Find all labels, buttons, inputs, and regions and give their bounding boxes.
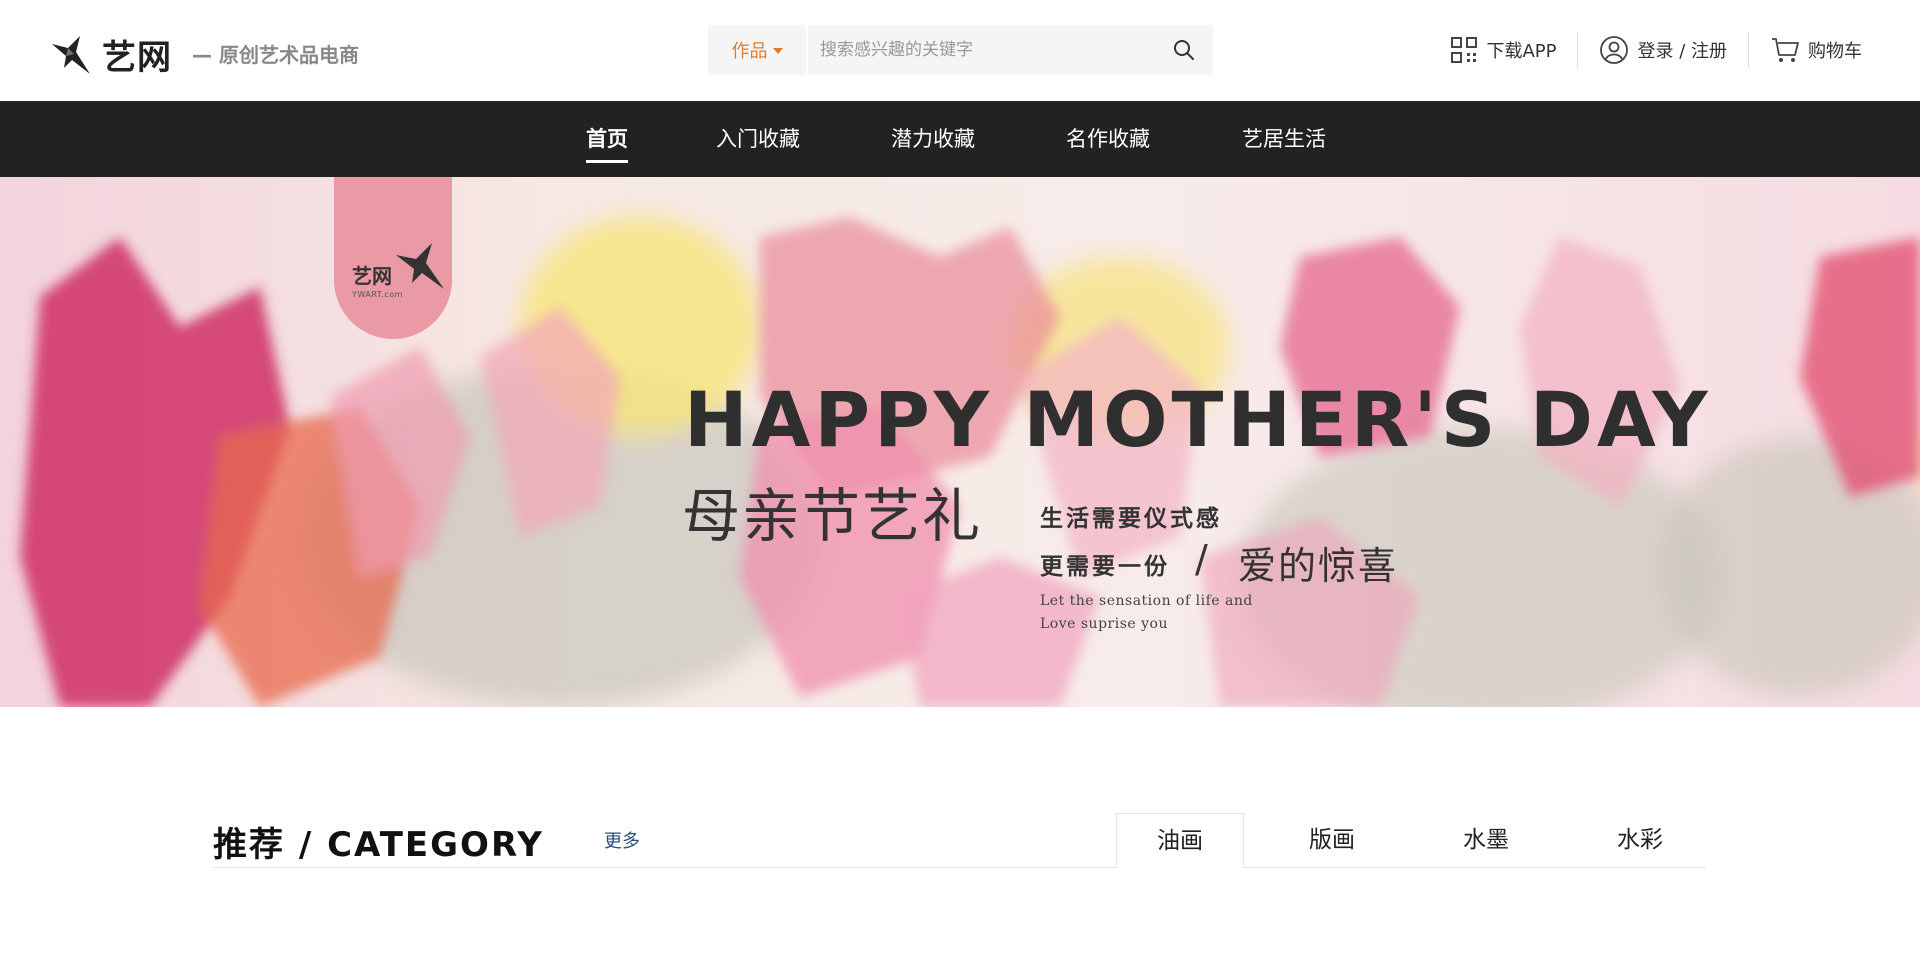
main-nav: 首页 入门收藏 潜力收藏 名作收藏 艺居生活 bbox=[0, 101, 1920, 177]
tag-domain: YWART.com bbox=[352, 290, 403, 299]
nav-item-label: 名作收藏 bbox=[1066, 127, 1150, 151]
banner-line2-emphasis: 爱的惊喜 bbox=[1238, 544, 1399, 588]
nav-item-masterpiece-collection[interactable]: 名作收藏 bbox=[1066, 101, 1150, 177]
user-icon bbox=[1600, 36, 1629, 64]
banner-title: 母亲节艺礼 bbox=[682, 482, 983, 550]
brand-tag: 艺网 YWART.com bbox=[334, 177, 452, 339]
cart-icon bbox=[1772, 38, 1799, 62]
nav-item-art-living[interactable]: 艺居生活 bbox=[1242, 101, 1326, 177]
search-button[interactable] bbox=[1155, 25, 1213, 75]
tab-oil-painting[interactable]: 油画 bbox=[1116, 813, 1244, 868]
banner-line2-prefix: 更需要一份 bbox=[1040, 554, 1170, 580]
category-more-link[interactable]: 更多 bbox=[604, 827, 640, 853]
nav-item-label: 艺居生活 bbox=[1242, 127, 1326, 151]
site-slogan: — 原创艺术品电商 bbox=[192, 43, 359, 67]
cart-link[interactable]: 购物车 bbox=[1770, 35, 1862, 65]
active-indicator bbox=[586, 160, 628, 163]
login-register-label: 登录 / 注册 bbox=[1637, 41, 1727, 62]
bird-logo-icon bbox=[396, 243, 444, 289]
search-icon bbox=[1174, 40, 1194, 60]
header-links: 下载APP 登录 / 注册 购物车 bbox=[1450, 32, 1862, 68]
tag-logo: 艺网 bbox=[352, 243, 446, 291]
banner-en-line2: Love suprise you bbox=[1040, 616, 1168, 632]
nav-item-entry-collection[interactable]: 入门收藏 bbox=[716, 101, 800, 177]
search-category-dropdown[interactable]: 作品 bbox=[708, 25, 808, 75]
nav-item-home[interactable]: 首页 bbox=[586, 101, 628, 177]
qr-code-icon bbox=[1451, 37, 1478, 63]
banner-headline: HAPPY MOTHER'S DAY bbox=[684, 375, 1712, 464]
banner-slash: / bbox=[1195, 537, 1208, 581]
bird-logo-icon bbox=[52, 35, 90, 74]
category-title: 推荐 / CATEGORY bbox=[213, 825, 544, 865]
site-logo[interactable]: 艺网 bbox=[50, 30, 172, 79]
nav-item-potential-collection[interactable]: 潜力收藏 bbox=[891, 101, 975, 177]
banner-en-line1: Let the sensation of life and bbox=[1040, 593, 1253, 609]
nav-item-label: 潜力收藏 bbox=[891, 127, 975, 151]
tab-watercolor[interactable]: 水彩 bbox=[1576, 813, 1704, 868]
header-divider bbox=[1748, 32, 1749, 68]
nav-item-label: 入门收藏 bbox=[716, 127, 800, 151]
banner-line1: 生活需要仪式感 bbox=[1040, 506, 1222, 532]
tab-ink-painting[interactable]: 水墨 bbox=[1422, 813, 1550, 868]
tab-print[interactable]: 版画 bbox=[1268, 813, 1396, 868]
site-header: 艺网 — 原创艺术品电商 作品 下载APP bbox=[0, 0, 1920, 101]
download-app-link[interactable]: 下载APP bbox=[1450, 36, 1556, 64]
hero-banner[interactable]: 艺网 YWART.com HAPPY MOTHER'S DAY 母亲节艺礼 生活… bbox=[0, 177, 1920, 707]
cart-label: 购物车 bbox=[1808, 41, 1862, 62]
login-register-link[interactable]: 登录 / 注册 bbox=[1599, 35, 1727, 65]
caret-down-icon bbox=[772, 48, 783, 54]
search-category-label: 作品 bbox=[731, 41, 768, 62]
search-bar: 作品 bbox=[708, 25, 1213, 75]
search-input[interactable] bbox=[808, 25, 1155, 75]
tag-logo-text: 艺网 bbox=[352, 263, 392, 288]
logo-text: 艺网 bbox=[102, 38, 172, 78]
download-app-label: 下载APP bbox=[1486, 41, 1557, 62]
header-divider bbox=[1577, 32, 1579, 68]
nav-item-label: 首页 bbox=[586, 127, 628, 151]
